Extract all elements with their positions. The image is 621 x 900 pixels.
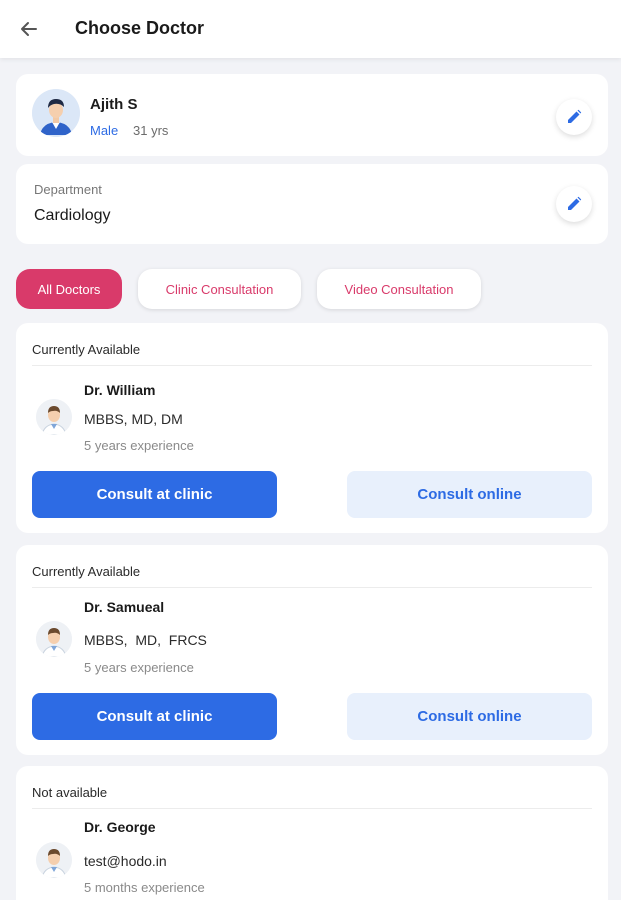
department-card: Department Cardiology [16,164,608,244]
filter-clinic-consultation[interactable]: Clinic Consultation [138,269,301,309]
patient-gender: Male [90,123,119,138]
pencil-icon [568,109,582,123]
divider [32,587,592,588]
doctor-experience: 5 months experience [84,880,205,895]
divider [32,808,592,809]
doctor-avatar [36,621,72,657]
patient-name: Ajith S [90,96,138,113]
back-button[interactable] [14,14,44,44]
consult-at-clinic-button[interactable]: Consult at clinic [32,693,277,740]
patient-age: 31 yrs [133,123,169,138]
doctor-avatar [36,842,72,878]
page-title: Choose Doctor [75,18,205,38]
consult-online-button[interactable]: Consult online [347,471,592,518]
arrow-left-icon [21,22,37,36]
top-bar: Choose Doctor [0,0,621,58]
doctor-name: Dr. William [84,382,156,398]
department-value: Cardiology [34,207,111,224]
pencil-icon [568,196,582,210]
patient-card: Ajith S Male 31 yrs [16,74,608,156]
doctor-card: Currently Available Dr. William MBBS, MD… [16,323,608,533]
doctor-name: Dr. George [84,819,156,835]
doctor-qualification: test@hodo.in [84,853,167,869]
consult-at-clinic-button[interactable]: Consult at clinic [32,471,277,518]
doctor-qualification: MBBS, MD, FRCS [84,632,207,648]
doctor-name: Dr. Samueal [84,599,165,615]
doctor-avatar [36,399,72,435]
doctor-qualification: MBBS, MD, DM [84,411,183,427]
divider [32,365,592,366]
department-label: Department [34,182,102,197]
doctor-card: Currently Available Dr. Samueal MBBS, MD… [16,545,608,755]
doctor-card: Not available Dr. George test@hodo.in 5 … [16,766,608,900]
doctor-experience: 5 years experience [84,438,194,453]
filter-video-consultation[interactable]: Video Consultation [317,269,481,309]
filter-all-doctors[interactable]: All Doctors [16,269,122,309]
availability-status: Currently Available [32,342,141,357]
edit-patient-button[interactable] [556,99,592,135]
patient-avatar [32,89,80,137]
consult-online-button[interactable]: Consult online [347,693,592,740]
availability-status: Not available [32,785,108,800]
availability-status: Currently Available [32,564,141,579]
doctor-experience: 5 years experience [84,660,194,675]
edit-department-button[interactable] [556,186,592,222]
